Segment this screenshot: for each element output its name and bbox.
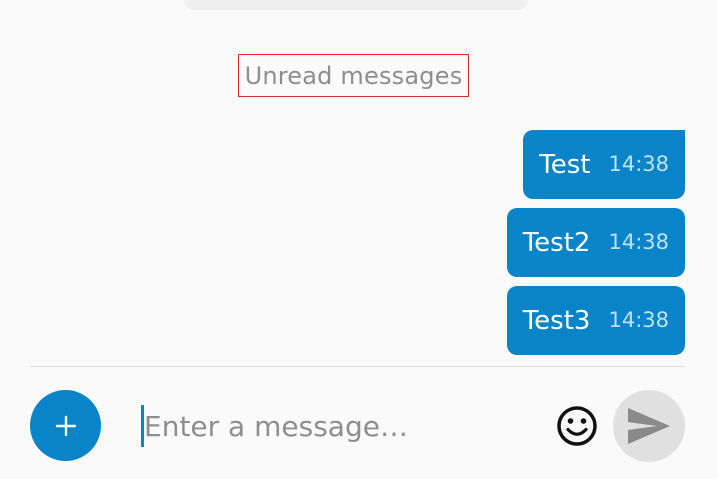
unread-messages-label: Unread messages	[244, 61, 463, 90]
send-button[interactable]	[613, 390, 685, 462]
unread-messages-divider: Unread messages	[238, 54, 469, 97]
smiley-icon	[557, 406, 597, 446]
message-text: Test2	[522, 227, 591, 258]
message-time: 14:38	[608, 308, 669, 332]
emoji-button[interactable]	[555, 404, 599, 448]
text-caret	[141, 405, 144, 447]
attach-button[interactable]	[30, 390, 101, 461]
send-icon	[628, 408, 670, 444]
previous-element-stub	[184, 0, 528, 10]
plus-icon	[55, 415, 76, 436]
message-bubble[interactable]: Test3 14:38	[506, 286, 685, 355]
message-input[interactable]	[141, 403, 541, 449]
message-time: 14:38	[608, 152, 669, 176]
composer-divider	[30, 366, 685, 367]
message-bubble[interactable]: Test 14:38	[523, 130, 685, 199]
message-text: Test	[539, 149, 591, 180]
message-time: 14:38	[608, 230, 669, 254]
message-text: Test3	[522, 305, 591, 336]
message-bubble[interactable]: Test2 14:38	[506, 208, 685, 277]
